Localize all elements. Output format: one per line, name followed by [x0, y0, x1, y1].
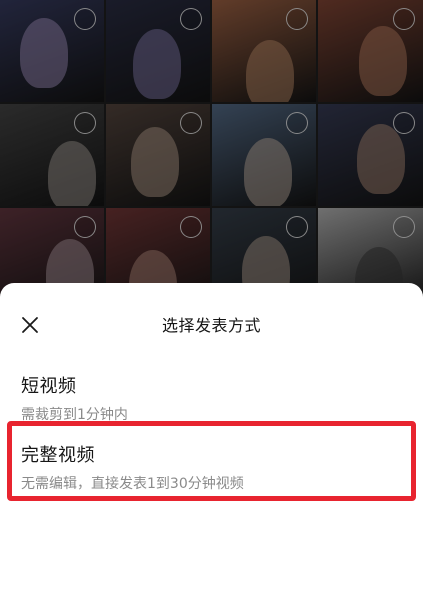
- option-title: 短视频: [21, 376, 77, 397]
- option-full-video[interactable]: 完整视频 无需编辑，直接发表1到30分钟视频: [0, 441, 423, 493]
- option-description: 需裁剪到1分钟内: [21, 407, 128, 423]
- sheet-title: 选择发表方式: [161, 316, 261, 335]
- dim-overlay[interactable]: [0, 0, 423, 300]
- option-description: 无需编辑，直接发表1到30分钟视频: [21, 476, 244, 492]
- option-title: 完整视频: [21, 445, 95, 466]
- sheet-header: 选择发表方式: [0, 283, 423, 361]
- publish-method-sheet: 选择发表方式 短视频 需裁剪到1分钟内 完整视频 无需编辑，直接发表1到30分钟…: [0, 283, 423, 600]
- option-short-video[interactable]: 短视频 需裁剪到1分钟内: [0, 372, 423, 424]
